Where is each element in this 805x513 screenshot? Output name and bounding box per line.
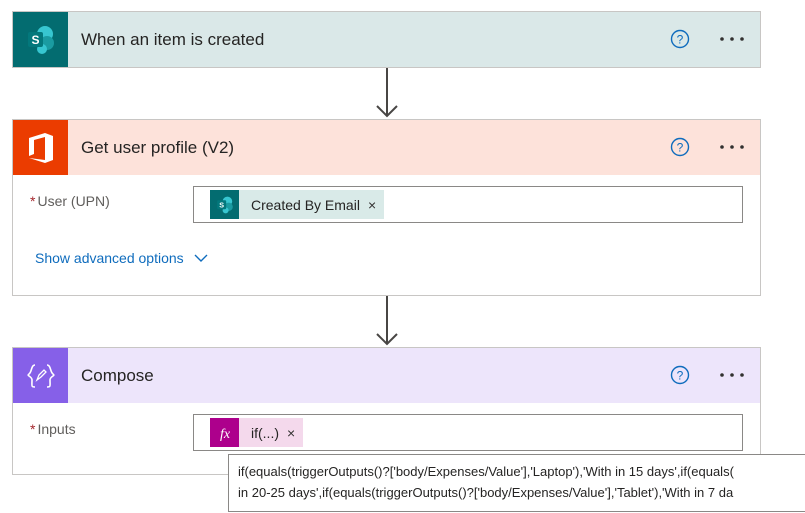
help-icon[interactable]: ? [670,29,690,49]
remove-token-icon[interactable]: × [368,197,376,213]
user-upn-label: * User (UPN) [30,193,110,209]
created-by-email-token[interactable]: S Created By Email × [210,190,385,219]
compose-braces-icon [13,348,68,403]
required-marker: * [30,421,36,437]
user-upn-input[interactable]: S Created By Email × [193,186,743,223]
help-icon[interactable]: ? [670,137,690,157]
svg-text:?: ? [677,141,684,155]
svg-text:?: ? [677,33,684,47]
remove-token-icon[interactable]: × [287,425,295,441]
svg-text:fx: fx [219,427,230,442]
flow-arrow-1 [376,68,398,118]
get-user-profile-header[interactable]: Get user profile (V2) ? [13,120,760,175]
flow-arrow-2 [376,296,398,346]
trigger-card[interactable]: S When an item is created ? [12,11,761,68]
help-icon[interactable]: ? [670,365,690,385]
expression-tooltip: if(equals(triggerOutputs()?['body/Expens… [228,454,805,512]
show-advanced-options-link[interactable]: Show advanced options [35,250,208,266]
if-expression-token-label: if(...) [251,424,279,441]
trigger-card-header[interactable]: S When an item is created ? [13,12,760,67]
chevron-down-icon [194,254,208,262]
get-user-profile-title: Get user profile (V2) [81,137,235,157]
if-expression-token[interactable]: fx if(...) × [210,418,304,447]
svg-text:S: S [31,33,39,47]
sharepoint-icon: S [210,190,239,219]
required-marker: * [30,193,36,209]
user-upn-label-text: User (UPN) [37,193,110,209]
svg-text:?: ? [677,369,684,383]
fx-icon: fx [210,418,239,447]
get-user-profile-card[interactable]: Get user profile (V2) ? * User (UPN) S C… [12,119,761,296]
created-by-email-token-label: Created By Email [251,196,360,213]
show-advanced-options-label: Show advanced options [35,250,184,266]
tooltip-line-1: if(equals(triggerOutputs()?['body/Expens… [238,464,734,479]
office-icon [13,120,68,175]
more-options-icon[interactable] [718,365,746,385]
inputs-label-text: Inputs [37,421,76,437]
compose-title: Compose [81,365,154,385]
more-options-icon[interactable] [718,29,746,49]
inputs-field[interactable]: fx if(...) × [193,414,743,451]
more-options-icon[interactable] [718,137,746,157]
trigger-title: When an item is created [81,29,265,49]
compose-header[interactable]: Compose ? [13,348,760,403]
sharepoint-icon: S [13,12,68,67]
svg-text:S: S [219,200,224,209]
inputs-label: * Inputs [30,421,76,437]
tooltip-line-2: in 20-25 days',if(equals(triggerOutputs(… [238,485,734,500]
